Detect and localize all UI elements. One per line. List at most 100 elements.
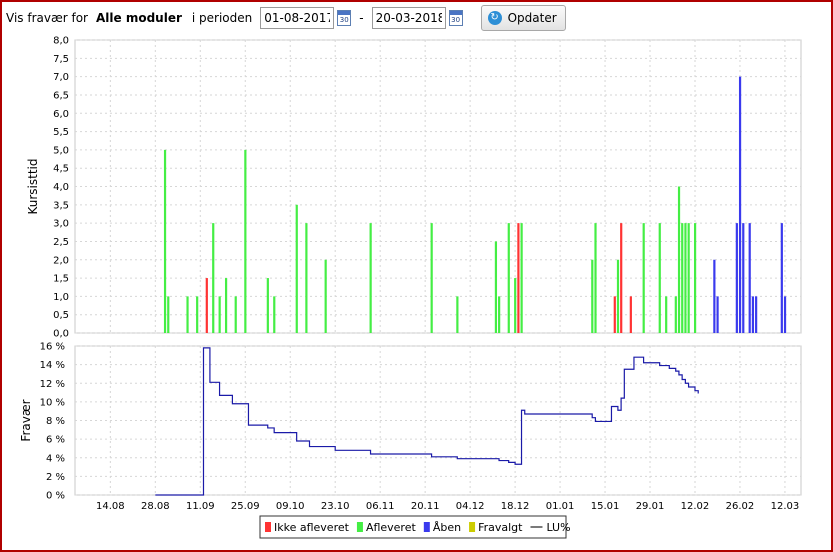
bar[interactable] [520, 223, 523, 333]
x-tick-label: 09.10 [276, 501, 305, 512]
bar[interactable] [751, 296, 755, 333]
bar[interactable] [642, 223, 645, 333]
bar[interactable] [507, 223, 510, 333]
y-axis-title: Kursisttid [26, 158, 40, 214]
x-tick-label: 12.03 [771, 501, 800, 512]
bar[interactable] [324, 259, 327, 333]
bar[interactable] [273, 296, 276, 333]
legend-label: Ikke afleveret [274, 521, 350, 534]
line-plot-area [74, 345, 802, 496]
x-tick-label: 11.09 [186, 501, 215, 512]
bar[interactable] [205, 278, 208, 333]
legend-label: Åben [433, 521, 461, 534]
bar[interactable] [494, 241, 498, 333]
bar[interactable] [163, 149, 167, 333]
y-tick-label: 3,5 [53, 200, 69, 211]
y-tick-label: 0,0 [53, 329, 69, 340]
y-tick-label: 0,5 [53, 310, 69, 321]
legend-swatch [423, 522, 430, 532]
bar[interactable] [186, 296, 189, 333]
bar[interactable] [783, 296, 787, 333]
bar[interactable] [234, 296, 237, 333]
y-tick-label: 4,5 [53, 164, 69, 175]
bar[interactable] [658, 223, 661, 333]
y-tick-label: 5,5 [53, 127, 69, 138]
y-tick-label: 1,5 [53, 274, 69, 285]
x-tick-label: 18.12 [501, 501, 530, 512]
bar[interactable] [755, 296, 758, 333]
y-tick-label: 1,0 [53, 292, 69, 303]
bar[interactable] [716, 296, 719, 333]
x-tick-label: 28.08 [141, 501, 170, 512]
x-tick-label: 29.01 [636, 501, 665, 512]
bar[interactable] [498, 296, 501, 333]
bar[interactable] [456, 296, 459, 333]
y-tick-label: 3,0 [53, 219, 69, 230]
bar[interactable] [735, 223, 738, 333]
bar[interactable] [693, 223, 697, 333]
bar[interactable] [514, 278, 517, 333]
y-tick-label: 10 % [40, 397, 65, 408]
bar[interactable] [218, 296, 221, 333]
y-tick-label: 8,0 [53, 36, 69, 47]
legend-swatch [356, 522, 363, 532]
x-tick-label: 26.02 [726, 501, 755, 512]
y-tick-label: 4 % [46, 453, 65, 464]
x-tick-label: 06.11 [366, 501, 395, 512]
bar[interactable] [748, 223, 751, 333]
bar[interactable] [594, 223, 597, 333]
bar[interactable] [266, 278, 269, 333]
bar[interactable] [369, 223, 372, 333]
bar[interactable] [687, 223, 690, 333]
x-tick-label: 23.10 [321, 501, 350, 512]
bar[interactable] [196, 296, 199, 333]
bar[interactable] [430, 223, 433, 333]
legend-label: Fravalgt [478, 521, 523, 534]
x-tick-label: 01.01 [546, 501, 575, 512]
y-tick-label: 2 % [46, 472, 65, 483]
bar[interactable] [224, 278, 228, 333]
x-tick-label: 04.12 [456, 501, 485, 512]
legend-swatch [469, 522, 476, 532]
y-axis-title: Fravær [19, 399, 33, 441]
bar[interactable] [780, 223, 783, 333]
bar[interactable] [616, 259, 620, 333]
y-tick-label: 7,0 [53, 72, 69, 83]
legend-swatch [265, 522, 271, 532]
y-tick-label: 16 % [40, 342, 65, 353]
bar[interactable] [665, 296, 668, 333]
bar[interactable] [305, 223, 308, 333]
y-tick-label: 7,5 [53, 54, 69, 65]
y-tick-label: 6 % [46, 435, 65, 446]
x-tick-label: 14.08 [96, 501, 125, 512]
bar[interactable] [713, 259, 716, 333]
bar[interactable] [517, 223, 520, 333]
y-tick-label: 4,0 [53, 182, 69, 193]
bar[interactable] [738, 76, 742, 333]
x-tick-label: 25.09 [231, 501, 260, 512]
y-tick-label: 6,5 [53, 90, 69, 101]
y-tick-label: 0 % [46, 491, 65, 502]
bar[interactable] [629, 296, 632, 333]
y-tick-label: 2,5 [53, 237, 69, 248]
y-tick-label: 8 % [46, 416, 65, 427]
y-tick-label: 2,0 [53, 255, 69, 266]
y-tick-label: 5,0 [53, 145, 69, 156]
legend-label: LU% [546, 521, 570, 534]
bar[interactable] [674, 296, 677, 333]
bar[interactable] [212, 223, 215, 333]
legend-label: Afleveret [366, 521, 417, 534]
bar[interactable] [613, 296, 616, 333]
bar[interactable] [620, 223, 623, 333]
bar[interactable] [591, 259, 594, 333]
bar[interactable] [742, 223, 745, 333]
bar[interactable] [681, 223, 684, 333]
bar[interactable] [244, 149, 247, 333]
bar[interactable] [295, 204, 298, 333]
absence-chart: 0,0 0,5 1,0 1,5 2,0 2,5 3,0 3,5 4,0 4,5 5,0 5,5 6,0 6… [19, 36, 802, 539]
x-tick-label: 12.02 [681, 501, 710, 512]
bar[interactable] [167, 296, 170, 333]
x-tick-label: 20.11 [411, 501, 440, 512]
bar[interactable] [677, 186, 681, 334]
bar[interactable] [684, 223, 687, 333]
